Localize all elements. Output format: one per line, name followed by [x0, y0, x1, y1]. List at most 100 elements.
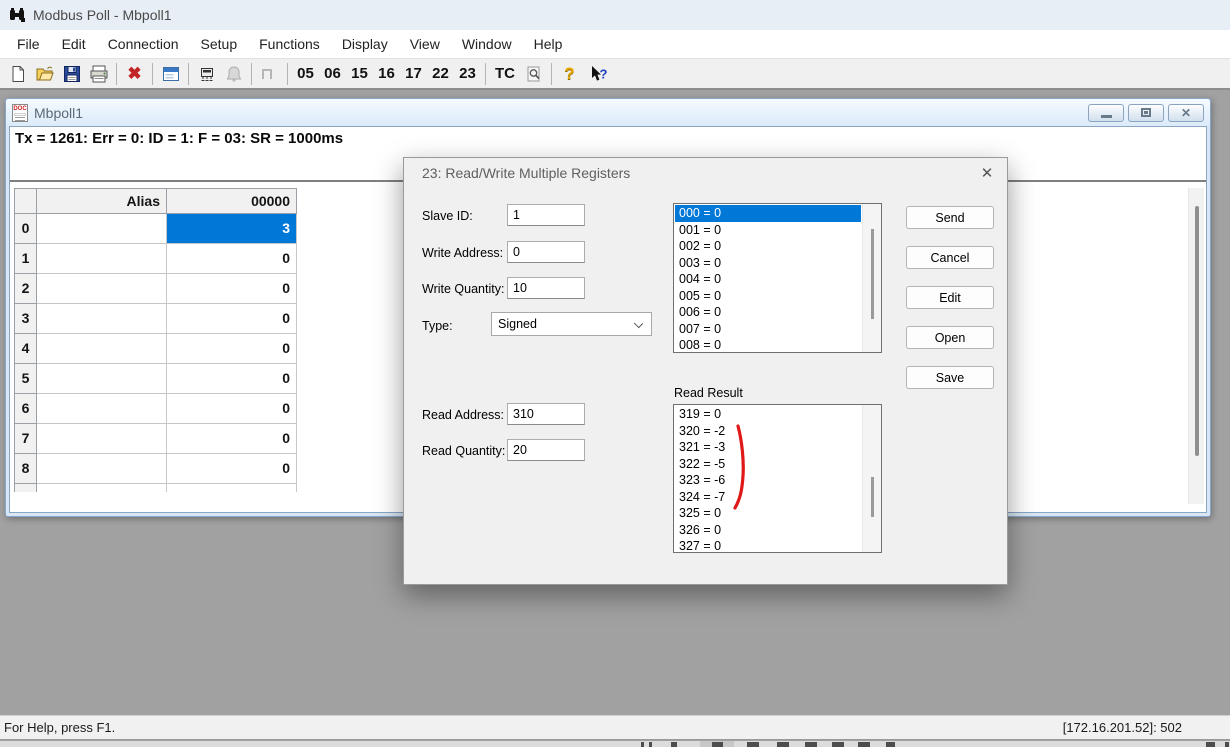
- alias-cell[interactable]: [37, 394, 167, 424]
- connect-button[interactable]: [193, 61, 220, 87]
- menu-connection[interactable]: Connection: [97, 30, 190, 58]
- write-address-field[interactable]: [507, 241, 585, 263]
- save-button[interactable]: [58, 61, 85, 87]
- read-result-item[interactable]: 327 = 0: [675, 538, 861, 551]
- new-file-button[interactable]: [4, 61, 31, 87]
- disconnect-button[interactable]: ✖: [121, 61, 148, 87]
- row-header[interactable]: 1: [14, 244, 37, 274]
- read-result-listbox[interactable]: 319 = 0320 = -2321 = -3322 = -5323 = -63…: [673, 404, 882, 553]
- alias-cell[interactable]: [37, 454, 167, 484]
- open-button[interactable]: Open: [906, 326, 994, 349]
- alias-cell[interactable]: [37, 334, 167, 364]
- row-header[interactable]: 7: [14, 424, 37, 454]
- write-value-item[interactable]: 004 = 0: [675, 271, 861, 288]
- slave-id-field[interactable]: [507, 204, 585, 226]
- grid-corner-header[interactable]: [14, 188, 37, 214]
- menu-functions[interactable]: Functions: [248, 30, 331, 58]
- alias-cell[interactable]: [37, 364, 167, 394]
- row-header[interactable]: 3: [14, 304, 37, 334]
- alarm-button-disabled[interactable]: [220, 61, 247, 87]
- menu-view[interactable]: View: [399, 30, 451, 58]
- close-button[interactable]: ✕: [1168, 104, 1204, 122]
- scrollbar-thumb[interactable]: [1195, 206, 1199, 456]
- minimize-button[interactable]: [1088, 104, 1124, 122]
- read-result-item[interactable]: 320 = -2: [675, 423, 861, 440]
- alias-cell[interactable]: [37, 424, 167, 454]
- context-help-button[interactable]: ?: [583, 61, 613, 87]
- read-quantity-field[interactable]: [507, 439, 585, 461]
- value-cell[interactable]: 0: [167, 304, 297, 334]
- help-button[interactable]: ?: [556, 61, 583, 87]
- value-cell[interactable]: 0: [167, 424, 297, 454]
- scrollbar-thumb[interactable]: [871, 477, 874, 517]
- row-header[interactable]: 2: [14, 274, 37, 304]
- read-list-scrollbar[interactable]: [862, 405, 881, 552]
- display-setup-button[interactable]: [157, 61, 184, 87]
- menu-display[interactable]: Display: [331, 30, 399, 58]
- read-result-item[interactable]: 322 = -5: [675, 456, 861, 473]
- print-button[interactable]: [85, 61, 112, 87]
- cancel-button[interactable]: Cancel: [906, 246, 994, 269]
- send-button[interactable]: Send: [906, 206, 994, 229]
- function-23-button[interactable]: 23: [454, 61, 481, 87]
- restore-button[interactable]: [1128, 104, 1164, 122]
- save-button[interactable]: Save: [906, 366, 994, 389]
- edit-button[interactable]: Edit: [906, 286, 994, 309]
- menu-window[interactable]: Window: [451, 30, 523, 58]
- row-header[interactable]: 0: [14, 214, 37, 244]
- function-15-button[interactable]: 15: [346, 61, 373, 87]
- read-result-item[interactable]: 323 = -6: [675, 472, 861, 489]
- value-cell[interactable]: 0: [167, 334, 297, 364]
- alias-cell[interactable]: [37, 274, 167, 304]
- write-value-item[interactable]: 007 = 0: [675, 321, 861, 338]
- function-22-button[interactable]: 22: [427, 61, 454, 87]
- value-cell[interactable]: 0: [167, 244, 297, 274]
- dialog-close-button[interactable]: ✕: [967, 158, 1007, 188]
- read-result-item[interactable]: 324 = -7: [675, 489, 861, 506]
- read-result-item[interactable]: 319 = 0: [675, 406, 861, 423]
- write-value-item[interactable]: 002 = 0: [675, 238, 861, 255]
- value-cell[interactable]: 0: [167, 394, 297, 424]
- alias-cell[interactable]: [37, 214, 167, 244]
- row-header[interactable]: 6: [14, 394, 37, 424]
- dialog-titlebar[interactable]: 23: Read/Write Multiple Registers ✕: [404, 158, 1007, 188]
- read-result-item[interactable]: 325 = 0: [675, 505, 861, 522]
- write-values-listbox[interactable]: 000 = 0001 = 0002 = 0003 = 0004 = 0005 =…: [673, 203, 882, 353]
- menu-help[interactable]: Help: [523, 30, 574, 58]
- write-value-item[interactable]: 005 = 0: [675, 288, 861, 305]
- test-center-button[interactable]: TC: [490, 61, 520, 87]
- alias-column-header[interactable]: Alias: [37, 188, 167, 214]
- read-result-item[interactable]: 326 = 0: [675, 522, 861, 539]
- value-cell[interactable]: 0: [167, 364, 297, 394]
- write-value-item[interactable]: 008 = 0: [675, 337, 861, 351]
- value-cell[interactable]: 0: [167, 274, 297, 304]
- function-17-button[interactable]: 17: [400, 61, 427, 87]
- write-list-scrollbar[interactable]: [862, 204, 881, 352]
- write-value-item[interactable]: 000 = 0: [675, 205, 861, 222]
- scrollbar-thumb[interactable]: [871, 229, 874, 319]
- write-quantity-field[interactable]: [507, 277, 585, 299]
- value-cell[interactable]: 0: [167, 454, 297, 484]
- write-value-item[interactable]: 006 = 0: [675, 304, 861, 321]
- read-address-field[interactable]: [507, 403, 585, 425]
- pulse-button-disabled[interactable]: [256, 61, 283, 87]
- menu-edit[interactable]: Edit: [51, 30, 97, 58]
- row-header[interactable]: 4: [14, 334, 37, 364]
- menu-file[interactable]: File: [6, 30, 51, 58]
- read-result-item[interactable]: 321 = -3: [675, 439, 861, 456]
- register-column-header[interactable]: 00000: [167, 188, 297, 214]
- row-header[interactable]: 5: [14, 364, 37, 394]
- grid-vertical-scrollbar[interactable]: [1188, 188, 1204, 504]
- write-value-item[interactable]: 003 = 0: [675, 255, 861, 272]
- menu-setup[interactable]: Setup: [190, 30, 249, 58]
- function-16-button[interactable]: 16: [373, 61, 400, 87]
- type-dropdown[interactable]: Signed: [491, 312, 652, 336]
- row-header[interactable]: 8: [14, 454, 37, 484]
- document-window-titlebar[interactable]: DOC Mbpoll1 ✕: [6, 99, 1210, 126]
- write-value-item[interactable]: 001 = 0: [675, 222, 861, 239]
- open-file-button[interactable]: [31, 61, 58, 87]
- function-06-button[interactable]: 06: [319, 61, 346, 87]
- value-cell[interactable]: 3: [167, 214, 297, 244]
- log-view-button[interactable]: [520, 61, 547, 87]
- alias-cell[interactable]: [37, 244, 167, 274]
